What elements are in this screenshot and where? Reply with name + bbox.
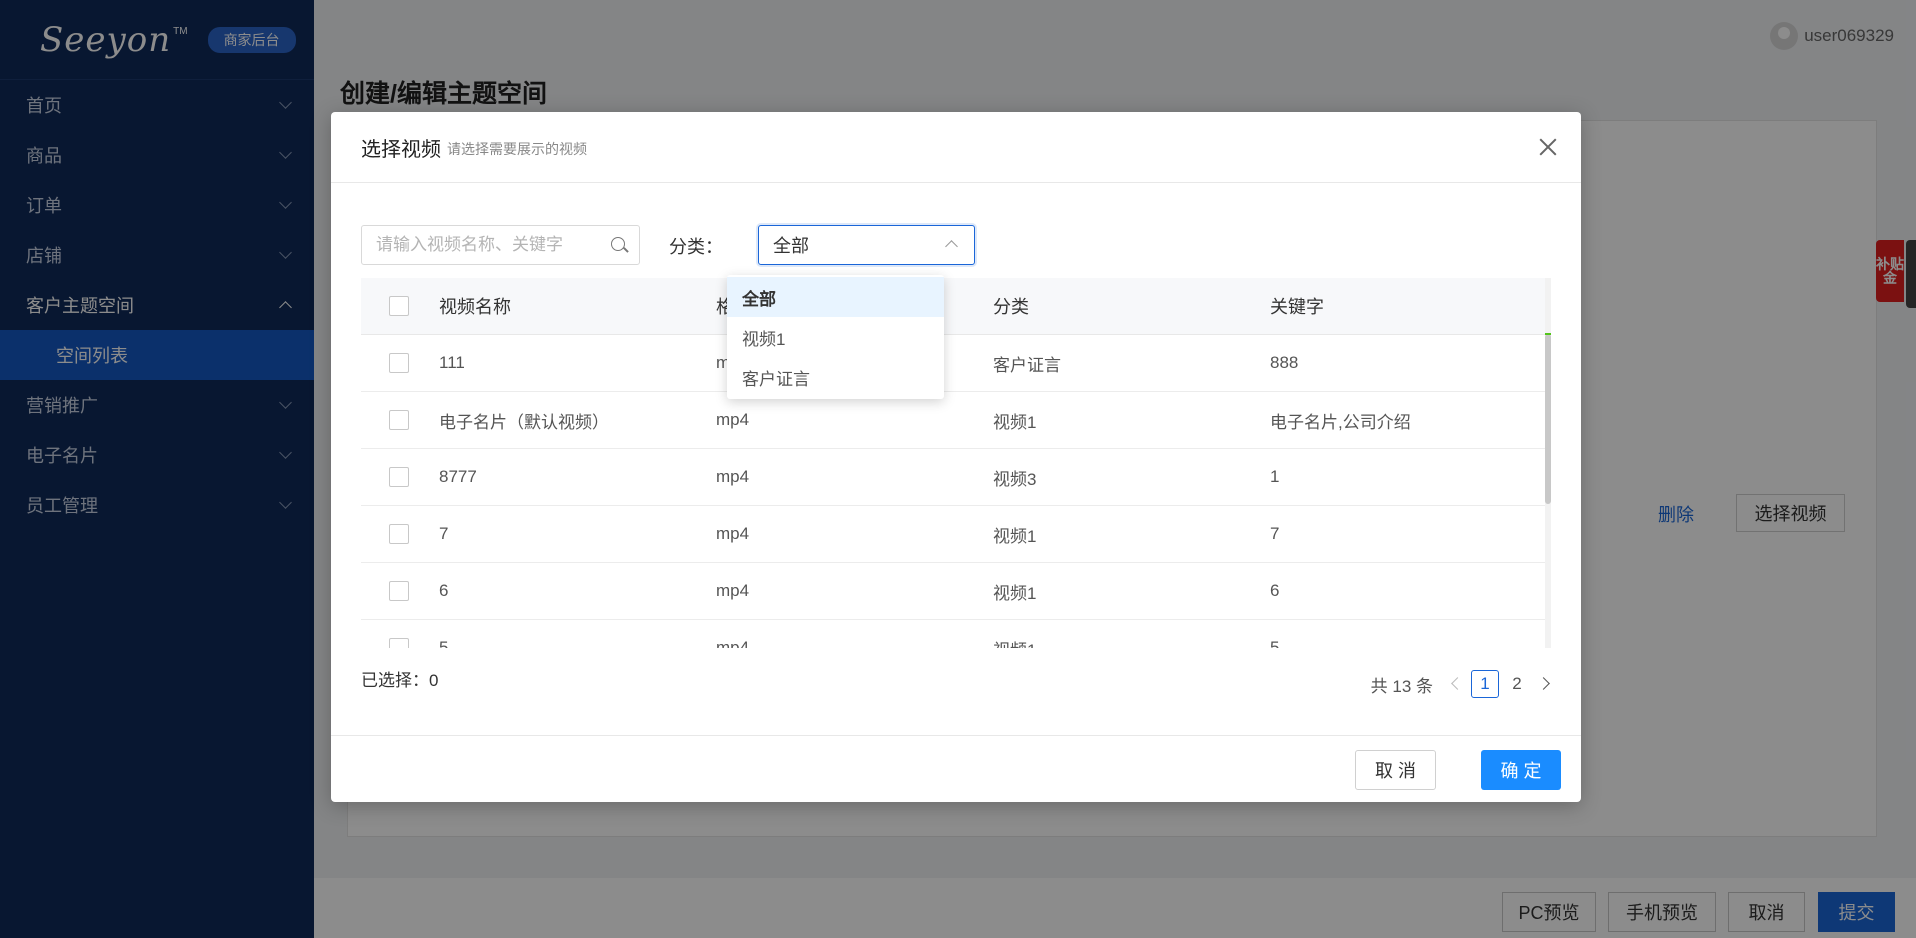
cell-format: mp4: [716, 524, 750, 543]
row-checkbox[interactable]: [389, 410, 409, 430]
pagination: 共 13 条 1 2: [1371, 670, 1557, 698]
page-1[interactable]: 1: [1471, 670, 1499, 698]
modal-title: 选择视频: [361, 138, 441, 161]
cell-keyword: 5: [1270, 638, 1280, 648]
category-label: 分类：: [669, 237, 723, 257]
modal-footer: 取 消 确 定: [331, 735, 1581, 802]
row-checkbox[interactable]: [389, 524, 409, 544]
search-input[interactable]: [362, 226, 592, 264]
cell-category: 视频1: [993, 412, 1037, 432]
table-row[interactable]: 6 mp4 视频1 6: [361, 563, 1551, 620]
cell-name: 5: [439, 638, 449, 648]
category-select-value: 全部: [773, 236, 809, 256]
cell-name: 电子名片（默认视频）: [439, 412, 609, 432]
cell-format: mp4: [716, 410, 750, 429]
cell-keyword: 6: [1270, 581, 1280, 600]
cell-category: 视频1: [993, 526, 1037, 546]
modal-subtitle: 请选择需要展示的视频: [447, 140, 587, 157]
cell-name: 6: [439, 581, 449, 600]
modal-header: 选择视频 请选择需要展示的视频: [331, 112, 1581, 183]
dropdown-option-all[interactable]: 全部: [727, 277, 944, 317]
cell-format: mp4: [716, 638, 750, 648]
table-row[interactable]: 电子名片（默认视频） mp4 视频1 电子名片,公司介绍: [361, 392, 1551, 449]
cell-keyword: 电子名片,公司介绍: [1270, 412, 1411, 432]
video-table: 视频名称 格式 分类 关键字 111 mp4 客户证言 888 电子名片（默认视…: [361, 278, 1551, 648]
cell-keyword: 1: [1270, 467, 1280, 486]
next-page-icon[interactable]: [1533, 671, 1557, 697]
chevron-up-icon: [945, 240, 958, 253]
cell-keyword: 7: [1270, 524, 1280, 543]
row-checkbox[interactable]: [389, 638, 409, 648]
cell-name: 7: [439, 524, 449, 543]
scroll-indicator: [1545, 333, 1551, 335]
table-row[interactable]: 7 mp4 视频1 7: [361, 506, 1551, 563]
table-header: 视频名称 格式 分类 关键字: [361, 278, 1551, 335]
select-video-modal: 选择视频 请选择需要展示的视频 分类： 全部 视频名称 格式 分类 关键字 11…: [331, 112, 1581, 802]
cell-format: mp4: [716, 581, 750, 600]
column-header-keyword: 关键字: [1270, 297, 1324, 317]
close-icon[interactable]: [1535, 134, 1561, 160]
selected-count: 已选择：0: [361, 671, 439, 690]
cell-name: 8777: [439, 467, 477, 486]
cell-keyword: 888: [1270, 353, 1299, 372]
category-dropdown: 全部 视频1 客户证言: [727, 275, 944, 399]
cell-format: mp4: [716, 467, 750, 486]
dropdown-option-video1[interactable]: 视频1: [727, 317, 944, 357]
select-all-checkbox[interactable]: [389, 296, 409, 316]
column-header-category: 分类: [993, 297, 1029, 317]
cell-category: 视频3: [993, 469, 1037, 489]
prev-page-icon[interactable]: [1445, 671, 1469, 697]
dropdown-option-testimonial[interactable]: 客户证言: [727, 357, 944, 397]
cell-category: 视频1: [993, 636, 1270, 649]
table-scrollbar-thumb[interactable]: [1545, 334, 1551, 504]
cancel-button[interactable]: 取 消: [1355, 750, 1436, 790]
row-checkbox[interactable]: [389, 581, 409, 601]
table-row[interactable]: 8777 mp4 视频3 1: [361, 449, 1551, 506]
table-row[interactable]: 111 mp4 客户证言 888: [361, 335, 1551, 392]
cell-name: 111: [439, 353, 465, 372]
row-checkbox[interactable]: [389, 467, 409, 487]
filter-row: 分类： 全部: [361, 225, 1551, 265]
confirm-button[interactable]: 确 定: [1481, 750, 1561, 790]
total-count: 共 13 条: [1370, 676, 1433, 696]
search-icon[interactable]: [611, 237, 625, 251]
page-2[interactable]: 2: [1503, 670, 1531, 698]
category-select[interactable]: 全部: [758, 225, 975, 265]
table-row[interactable]: 5 mp4 视频1 5: [361, 620, 1551, 648]
cell-category: 客户证言: [993, 355, 1061, 375]
search-box: [361, 225, 640, 265]
column-header-name: 视频名称: [439, 297, 511, 317]
cell-category: 视频1: [993, 583, 1037, 603]
row-checkbox[interactable]: [389, 353, 409, 373]
